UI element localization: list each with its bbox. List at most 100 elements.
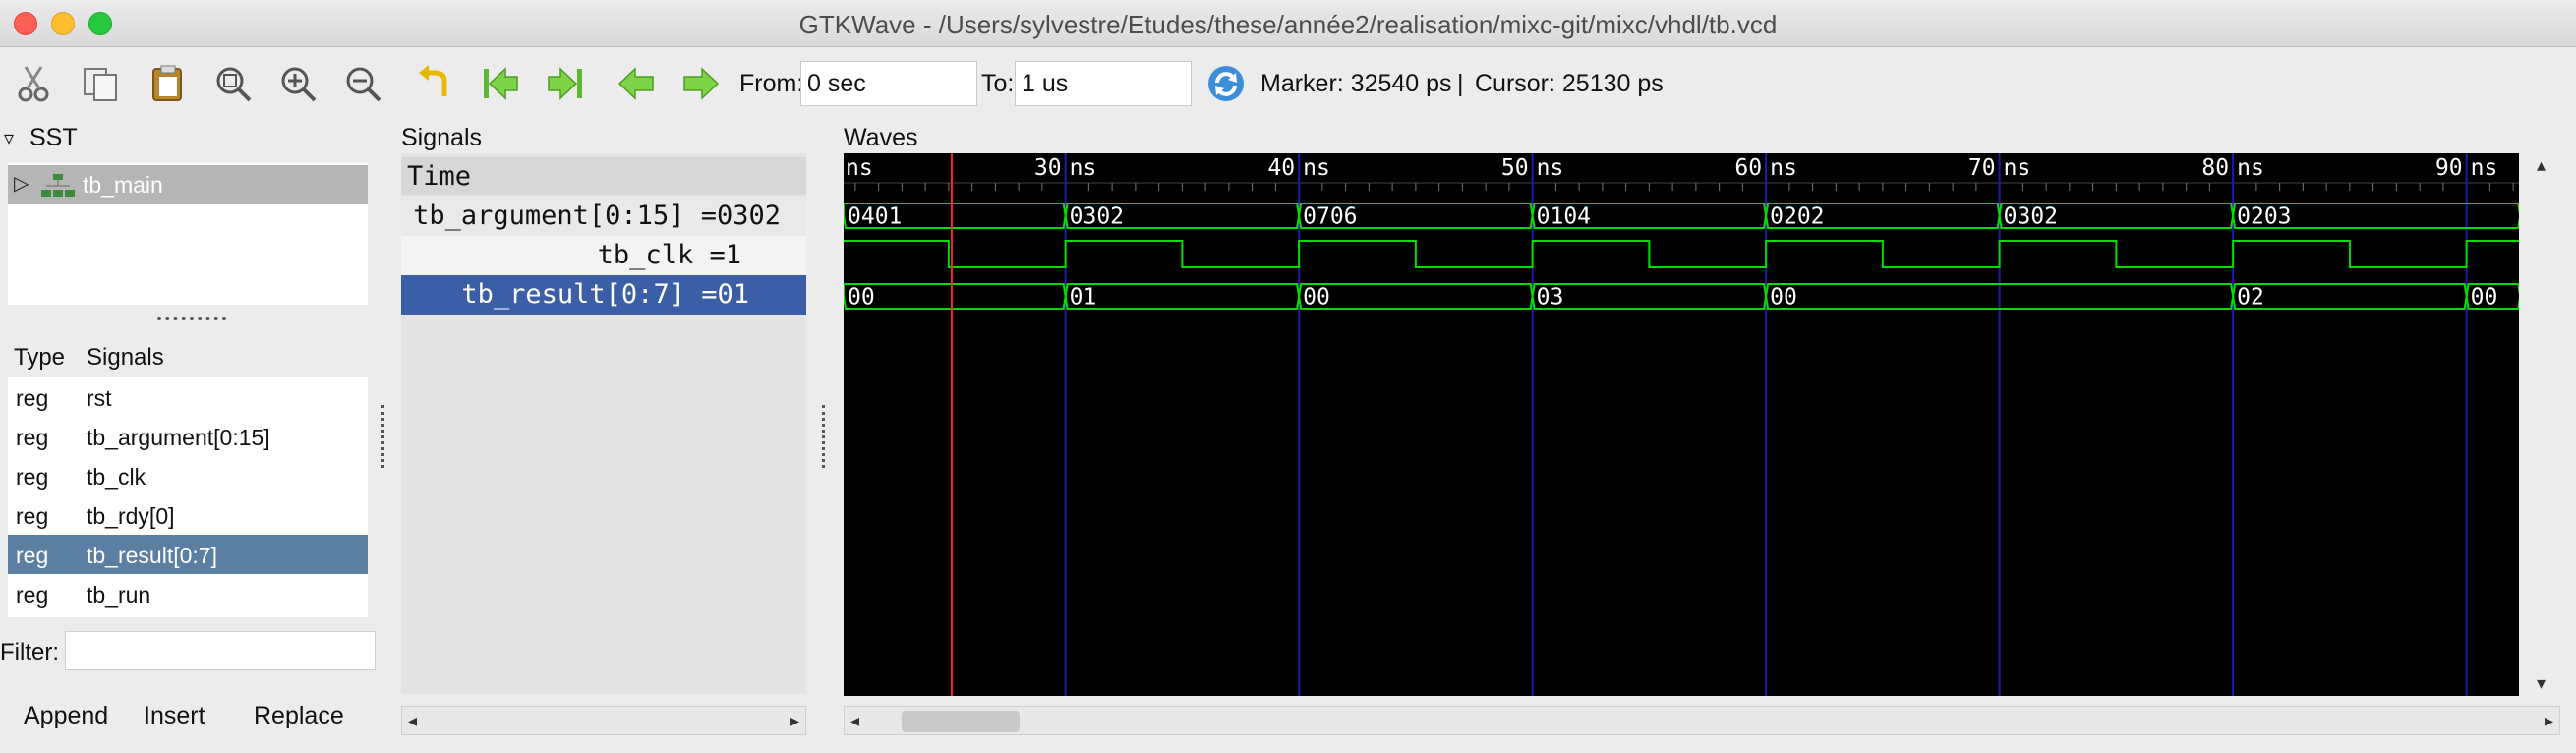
- result-bus-segment: [1064, 283, 1301, 310]
- waveform-display[interactable]: 30 40 50 60 70 80 90ns ns ns ns ns ns ns ns0401 0302 07…: [844, 153, 2519, 696]
- next-icon[interactable]: [678, 61, 724, 106]
- time-row: Time: [401, 157, 806, 195]
- paste-icon[interactable]: [146, 61, 191, 106]
- signal-row-name: tb_clk: [597, 240, 694, 270]
- signal-row-selected[interactable]: tb_result[0:7] =01: [401, 275, 806, 315]
- signals-panel-header: Signals: [401, 124, 482, 151]
- tick-label: 40: [1267, 155, 1295, 181]
- signal-row[interactable]: tb_clk =1: [401, 236, 806, 275]
- signal-name: tb_run: [87, 582, 151, 608]
- signal-list-row[interactable]: reg rst: [8, 377, 368, 417]
- type-column-header: Type: [14, 344, 66, 371]
- hierarchy-icon: [41, 174, 75, 197]
- sst-tree: ▷ tb_main: [8, 163, 368, 305]
- to-label: To:: [981, 70, 1015, 97]
- scroll-right-icon[interactable]: ▸: [790, 711, 799, 731]
- zoom-in-icon[interactable]: [275, 61, 321, 106]
- signal-list-row[interactable]: reg tb_clk: [8, 456, 368, 495]
- title-bar: GTKWave - /Users/sylvestre/Etudes/these/…: [0, 0, 2576, 47]
- pane-resize-grip[interactable]: [157, 317, 226, 320]
- signal-list: reg rst reg tb_argument[0:15] reg tb_clk re…: [8, 377, 368, 617]
- from-label: From:: [739, 70, 804, 97]
- result-bus-value-label: 03: [1537, 285, 1564, 311]
- argument-bus-value-label: 0202: [1770, 204, 1824, 230]
- signal-row-name: tb_result[0:7]: [461, 279, 685, 310]
- scroll-right-icon[interactable]: ▸: [2545, 711, 2553, 731]
- toolbar: From: To: Marker: 32540 ps | Cursor: 251…: [0, 47, 2576, 122]
- signal-row[interactable]: tb_argument[0:15] =0302: [401, 197, 806, 236]
- result-bus-segment: [1531, 283, 1768, 310]
- signal-list-row[interactable]: reg tb_run: [8, 574, 368, 613]
- result-bus-value-label: 00: [1303, 285, 1330, 311]
- result-bus-value-label: 00: [848, 285, 875, 311]
- filter-label: Filter:: [0, 639, 59, 666]
- to-input[interactable]: [1015, 61, 1192, 106]
- signal-row-value: =0302: [700, 201, 781, 231]
- signal-type: reg: [16, 582, 49, 608]
- signal-row-name: tb_argument[0:15]: [413, 201, 685, 231]
- append-button[interactable]: Append: [24, 698, 108, 733]
- result-bus-value-label: 00: [1770, 285, 1797, 311]
- from-input[interactable]: [800, 61, 977, 106]
- argument-bus-value-label: 0401: [848, 204, 902, 230]
- tick-label: 30: [1034, 155, 1062, 181]
- unit-label: ns: [1070, 155, 1097, 181]
- reload-icon[interactable]: [1203, 61, 1249, 106]
- unit-label: ns: [1770, 155, 1797, 181]
- signal-list-row-selected[interactable]: reg tb_result[0:7]: [8, 535, 368, 574]
- sst-collapse-icon[interactable]: ▿: [4, 126, 14, 150]
- signals-panel: Time tb_argument[0:15] =0302 tb_clk =1 t…: [401, 153, 806, 694]
- replace-button[interactable]: Replace: [254, 698, 344, 733]
- sst-tree-item[interactable]: ▷ tb_main: [8, 165, 368, 204]
- prev-icon[interactable]: [614, 61, 659, 106]
- argument-bus-value-label: 0104: [1537, 204, 1591, 230]
- copy-icon[interactable]: [79, 61, 124, 106]
- signals-horizontal-scrollbar[interactable]: ◂ ▸: [401, 706, 806, 735]
- waves-horizontal-scrollbar[interactable]: ◂ ▸: [844, 706, 2560, 735]
- signal-name: tb_rdy[0]: [87, 503, 175, 529]
- signal-list-row[interactable]: reg tb_argument[0:15]: [8, 417, 368, 456]
- signal-name: tb_result[0:7]: [87, 543, 217, 568]
- zoom-out-icon[interactable]: [340, 61, 385, 106]
- signals-column-header: Signals: [87, 344, 164, 371]
- jump-end-icon[interactable]: [543, 61, 588, 106]
- argument-bus-value-label: 0302: [1070, 204, 1124, 230]
- signals-pane-resize-grip[interactable]: [822, 405, 828, 468]
- insert-button[interactable]: Insert: [144, 698, 205, 733]
- signal-row-label: tb_result[0:7] =01: [461, 279, 749, 310]
- signal-type: reg: [16, 464, 49, 490]
- argument-bus-value-label: 0302: [2004, 204, 2058, 230]
- cut-icon[interactable]: [12, 61, 57, 106]
- scroll-left-icon[interactable]: ◂: [408, 711, 417, 731]
- zoom-fit-icon[interactable]: [210, 61, 256, 106]
- gtkwave-window: GTKWave - /Users/sylvestre/Etudes/these/…: [0, 0, 2576, 753]
- argument-bus-value-label: 0706: [1303, 204, 1357, 230]
- waves-header: Waves: [844, 124, 918, 151]
- filter-input[interactable]: [65, 631, 376, 670]
- left-pane-resize-grip[interactable]: [381, 405, 387, 468]
- result-bus-value-label: 01: [1070, 285, 1097, 311]
- undo-icon[interactable]: [413, 61, 458, 106]
- signal-type: reg: [16, 425, 49, 450]
- tick-label: 70: [1968, 155, 1996, 181]
- scroll-thumb[interactable]: [902, 711, 1020, 732]
- sst-item-label: tb_main: [83, 172, 163, 198]
- waves-vertical-scrollbar[interactable]: ▴ ▾: [2529, 153, 2562, 696]
- tick-label: 50: [1501, 155, 1529, 181]
- readout-separator: |: [1457, 70, 1464, 97]
- tick-label: 90: [2435, 155, 2463, 181]
- scroll-up-icon[interactable]: ▴: [2537, 155, 2546, 176]
- scroll-down-icon[interactable]: ▾: [2537, 673, 2546, 694]
- waves-canvas[interactable]: 30 40 50 60 70 80 90 ns ns ns ns ns ns ns ns 0401 0302 07…: [844, 153, 2519, 696]
- tick-label: 60: [1734, 155, 1762, 181]
- unit-label: ns: [1303, 155, 1330, 181]
- scroll-left-icon[interactable]: ◂: [850, 711, 859, 731]
- result-bus-segment: [1298, 283, 1534, 310]
- signal-list-row[interactable]: reg tb_rdy[0]: [8, 495, 368, 535]
- result-bus-value-label: 00: [2471, 285, 2498, 311]
- jump-start-icon[interactable]: [478, 61, 523, 106]
- signal-type: reg: [16, 385, 49, 411]
- expand-arrow-icon[interactable]: ▷: [14, 171, 29, 196]
- time-label: Time: [407, 161, 472, 192]
- signal-row-value: =01: [701, 279, 749, 310]
